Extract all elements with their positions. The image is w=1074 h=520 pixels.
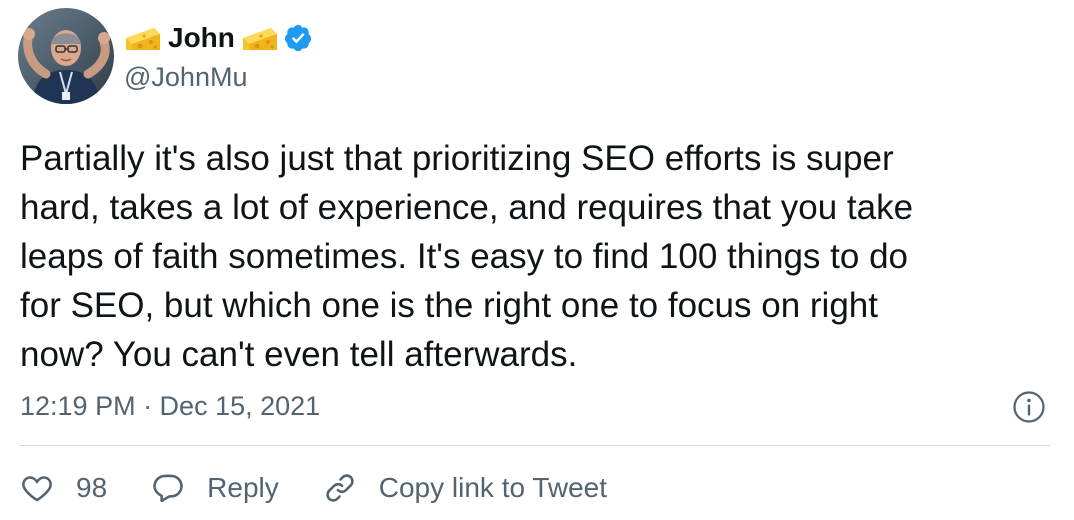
cheese-wedge-icon [124, 24, 162, 52]
reply-label: Reply [207, 472, 279, 503]
reply-button[interactable]: Reply [151, 471, 279, 505]
avatar[interactable] [18, 8, 114, 104]
tweet-header: John @JohnMu [18, 8, 313, 104]
name-row[interactable]: John [124, 18, 313, 58]
author-names: John @JohnMu [124, 18, 313, 93]
tweet-meta: 12:19 PM · Dec 15, 2021 [20, 386, 1050, 426]
cheese-wedge-icon [241, 24, 279, 52]
tweet-actions: 98 Reply Copy link to Tweet [20, 466, 651, 510]
tweet-card: John @JohnMu Partially it's also just th… [0, 0, 1074, 520]
link-icon [326, 474, 354, 502]
info-icon[interactable] [1012, 390, 1046, 424]
author-handle[interactable]: @JohnMu [124, 62, 313, 93]
display-name[interactable]: John [168, 22, 235, 54]
like-count: 98 [76, 472, 108, 503]
copy-link-button[interactable]: Copy link to Tweet [323, 471, 607, 505]
tweet-text: Partially it's also just that prioritizi… [20, 139, 914, 374]
tweet-timestamp[interactable]: 12:19 PM · Dec 15, 2021 [20, 391, 320, 422]
like-button[interactable]: 98 [20, 471, 107, 505]
heart-icon [22, 476, 52, 502]
reply-bubble-icon [153, 474, 183, 503]
verified-badge-icon [283, 23, 313, 53]
copy-link-label: Copy link to Tweet [378, 472, 608, 503]
divider [20, 445, 1050, 446]
